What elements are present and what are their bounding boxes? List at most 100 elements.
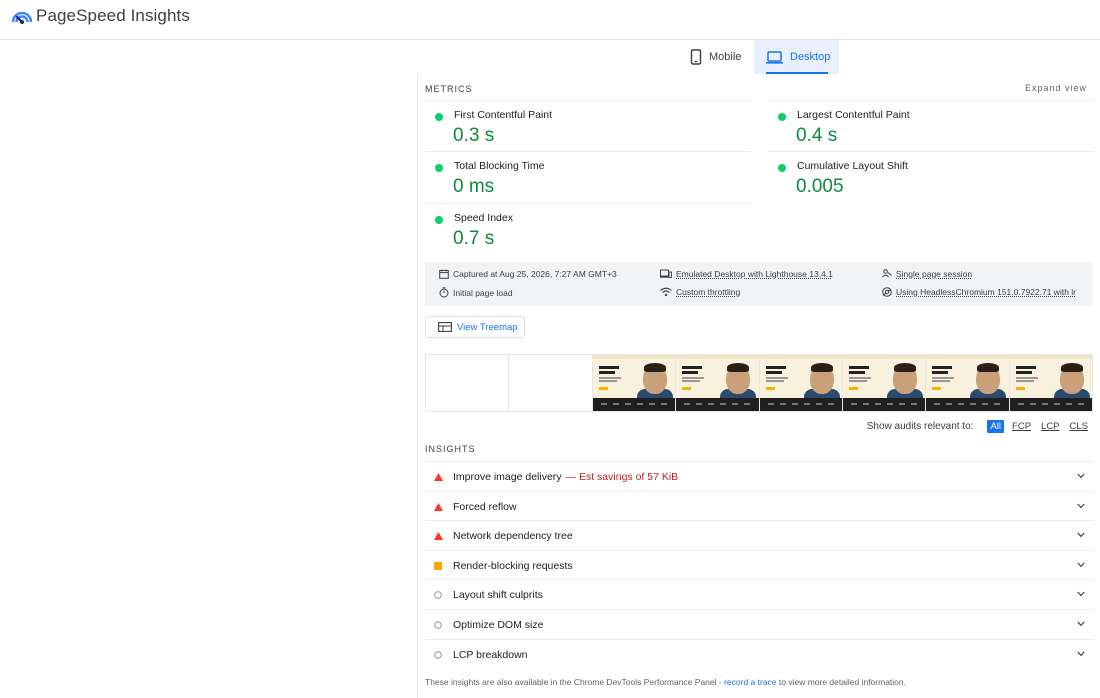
frame-text [932,377,955,379]
session-type[interactable]: Single page session [882,269,972,279]
emulated-device-text: Emulated Desktop with Lighthouse 13.4.1 [676,269,833,279]
insight-name: Render-blocking requests [453,559,573,572]
frame-heading [848,371,865,374]
frame-heading [1015,366,1036,369]
pass-indicator-icon [778,113,786,121]
filmstrip-frame [1009,355,1092,411]
view-treemap-button[interactable]: View Treemap [425,316,525,338]
frame-footer [926,398,1009,411]
filmstrip [425,354,1093,412]
metrics-label: METRICS [425,84,473,94]
devices-icon [660,269,672,278]
frame-heading [932,366,953,369]
chevron-down-icon[interactable] [1077,562,1085,568]
metric-name: Total Blocking Time [454,160,545,172]
filter-chip-cls[interactable]: CLS [1068,420,1090,433]
filmstrip-frame [509,355,593,411]
frame-heading [765,366,786,369]
info-circle-icon [434,621,442,629]
frame-heading [598,371,615,374]
chrome-icon [882,287,892,297]
session-type-text: Single page session [896,269,973,279]
frame-footer [842,398,926,411]
timer-icon [439,287,449,298]
metric-name: Largest Contentful Paint [797,109,910,121]
metric-value: 0.3 s [453,125,495,146]
metric-value: 0.005 [796,176,844,197]
frame-text [932,380,951,382]
pagespeed-logo-icon[interactable] [12,8,32,26]
app-title[interactable]: PageSpeed Insights [36,6,190,26]
frame-portrait [1060,363,1083,372]
frame-footer [1009,398,1092,411]
record-trace-link[interactable]: record a trace [724,677,776,687]
pass-indicator-icon [435,113,443,121]
insight-title: Optimize DOM size [453,619,543,631]
throttling-text: Custom throttling [676,287,741,297]
frame-heading [932,371,949,374]
chevron-down-icon[interactable] [1077,473,1085,479]
browser-version[interactable]: Using HeadlessChromium 151.0.7922.71 wit… [882,287,1076,297]
frame-text [682,380,701,382]
frame-text [1015,377,1038,379]
audit-filter: Show audits relevant to: All FCP LCP CLS [867,420,1090,433]
filmstrip-frame [926,355,1010,411]
metric-speed-index: Speed Index 0.7 s [425,203,751,254]
frame-text [765,377,788,379]
frame-heading [848,366,869,369]
filter-chip-all[interactable]: All [987,420,1005,433]
metric-name: Cumulative Layout Shift [797,160,908,172]
frame-button [848,387,858,390]
chevron-down-icon[interactable] [1077,621,1085,627]
tab-mobile[interactable]: Mobile [684,40,750,74]
insight-forced-reflow[interactable]: Forced reflow [425,490,1093,521]
insight-dom-size[interactable]: Optimize DOM size [425,609,1093,639]
insight-name: Optimize DOM size [453,619,544,631]
info-circle-icon [434,591,442,600]
average-square-icon [434,561,442,570]
wifi-icon [660,287,672,297]
chevron-down-icon[interactable] [1077,591,1085,597]
frame-text [765,380,784,382]
insight-image-delivery[interactable]: Improve image delivery — Est savings of 5… [425,461,1093,491]
frame-nav [1009,355,1092,359]
tab-mobile-label: Mobile [709,51,742,63]
insight-network-dependency-tree[interactable]: Network dependency tree [425,520,1093,550]
insight-name: Layout shift culprits [453,589,543,602]
frame-button [598,387,608,390]
footer-note-tail: to view more detailed information. [776,677,906,687]
filter-chip-lcp[interactable]: LCP [1039,420,1061,433]
frame-footer [592,398,676,411]
frame-text [1015,380,1034,382]
emulated-device[interactable]: Emulated Desktop with Lighthouse 13.4.1 [660,269,833,279]
insight-layout-shift-culprits[interactable]: Layout shift culprits [425,579,1093,609]
pass-indicator-icon [435,164,443,172]
tab-desktop-label: Desktop [790,51,831,63]
chevron-down-icon[interactable] [1077,503,1085,509]
chevron-down-icon[interactable] [1077,651,1085,657]
filmstrip-frame [426,355,510,411]
expand-view-toggle[interactable]: Expand view [1025,83,1087,93]
browser-version-text: Using HeadlessChromium 151.0.7922.71 wit… [896,287,1077,297]
frame-button [1015,387,1025,390]
frame-portrait [977,363,1000,372]
frame-button [932,387,942,390]
throttling-setting[interactable]: Custom throttling [660,287,740,297]
phone-icon [690,49,702,65]
pass-indicator-icon [435,216,443,224]
insight-lcp-breakdown[interactable]: LCP breakdown [425,638,1093,669]
frame-portrait [727,363,750,372]
page-load-type-text: Initial page load [453,287,513,298]
insight-title: Forced reflow [453,501,517,513]
metric-value: 0.4 s [796,125,838,146]
filter-chip-fcp[interactable]: FCP [1010,420,1033,433]
tab-desktop[interactable]: Desktop [754,40,839,74]
filmstrip-frame [592,355,677,411]
frame-portrait [810,363,833,372]
metric-name: First Contentful Paint [454,109,553,121]
insight-render-blocking[interactable]: Render-blocking requests [425,549,1093,580]
frame-nav [926,355,1009,359]
chevron-down-icon[interactable] [1077,532,1085,538]
frame-heading [765,371,782,374]
insights-label: INSIGHTS [425,444,476,454]
